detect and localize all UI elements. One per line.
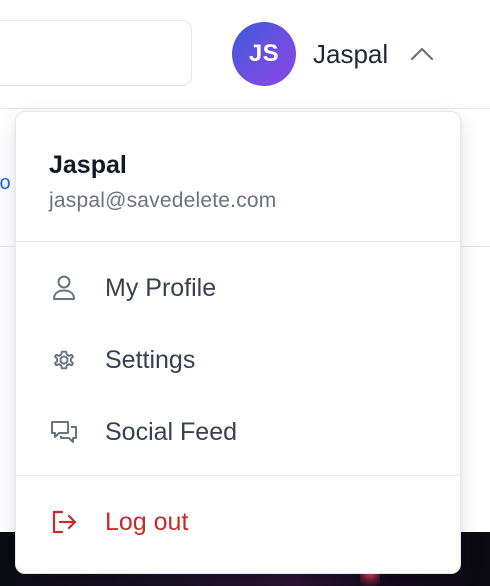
dropdown-user-name: Jaspal <box>49 151 127 179</box>
dropdown-user-info: Jaspal jaspal@savedelete.com <box>16 112 460 242</box>
dropdown-user-email: jaspal@savedelete.com <box>49 189 277 212</box>
avatar: JS <box>232 22 296 86</box>
menu-item-label: Settings <box>105 345 196 374</box>
user-dropdown-menu: Jaspal jaspal@savedelete.com My Profile … <box>15 111 461 574</box>
logout-label: Log out <box>105 507 189 536</box>
top-bar-divider <box>0 108 490 109</box>
user-menu-button[interactable]: JS Jaspal <box>232 22 436 86</box>
logout-button[interactable]: Log out <box>16 492 460 552</box>
menu-item-label: Social Feed <box>105 417 238 446</box>
dropdown-divider <box>16 241 460 242</box>
menu-item-settings[interactable]: Settings <box>16 330 460 390</box>
background-link[interactable]: fo <box>0 172 11 195</box>
menu-item-social-feed[interactable]: Social Feed <box>16 402 460 462</box>
menu-item-my-profile[interactable]: My Profile <box>16 258 460 318</box>
gear-icon <box>49 345 79 375</box>
user-name: Jaspal <box>313 38 389 69</box>
user-icon <box>49 273 79 303</box>
logout-icon <box>49 507 79 537</box>
chat-bubbles-icon <box>49 417 79 447</box>
search-input[interactable] <box>0 20 192 86</box>
menu-item-label: My Profile <box>105 273 217 302</box>
chevron-up-icon <box>408 40 436 68</box>
dropdown-divider <box>16 475 460 476</box>
